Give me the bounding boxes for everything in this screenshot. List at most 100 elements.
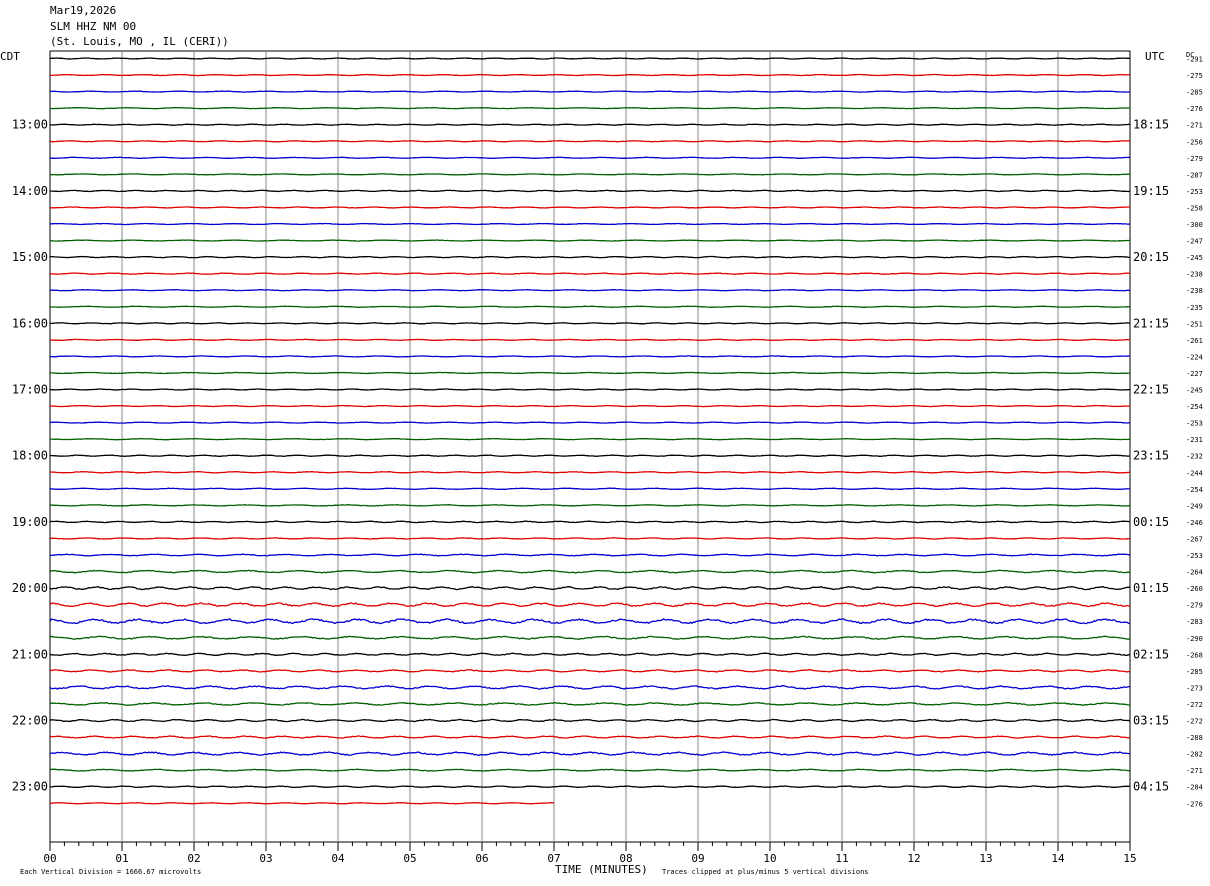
dc-offset-label: -254 — [1186, 486, 1203, 494]
seismic-trace — [50, 802, 555, 805]
dc-offset-label: -279 — [1186, 155, 1203, 163]
seismic-trace — [49, 222, 1131, 226]
dc-offset-label: -285 — [1186, 668, 1203, 676]
seismic-trace — [49, 305, 1131, 308]
x-tick-label: 01 — [115, 852, 128, 865]
dc-offset-label: -253 — [1186, 188, 1203, 196]
cdt-hour-label: 20:00 — [12, 581, 48, 595]
x-tick-label: 08 — [619, 852, 632, 865]
dc-offset-label: -260 — [1186, 585, 1203, 593]
dc-offset-label: -245 — [1186, 387, 1203, 395]
cdt-hour-label: 15:00 — [12, 250, 48, 264]
utc-hour-label: 02:15 — [1133, 647, 1169, 661]
seismic-trace — [49, 751, 1131, 756]
dc-offset-label: -272 — [1186, 701, 1203, 709]
utc-hour-label: 00:15 — [1133, 515, 1169, 529]
cdt-hour-label: 23:00 — [12, 780, 48, 794]
dc-offset-label: -256 — [1186, 138, 1203, 146]
utc-hour-label: 20:15 — [1133, 250, 1169, 264]
dc-offset-label: -253 — [1186, 420, 1203, 428]
dc-offset-label: -287 — [1186, 171, 1203, 179]
cdt-hour-label: 13:00 — [12, 118, 48, 132]
right-timezone-label: UTC — [1145, 50, 1165, 63]
seismic-trace — [49, 173, 1130, 176]
seismic-trace — [49, 90, 1131, 93]
dc-offset-label: -290 — [1186, 635, 1203, 643]
seismic-trace — [49, 437, 1131, 441]
dc-offset-label: -279 — [1186, 602, 1203, 610]
cdt-hour-label: 14:00 — [12, 184, 48, 198]
dc-offset-label: -284 — [1186, 784, 1203, 792]
dc-offset-label: -264 — [1186, 569, 1203, 577]
seismic-trace — [49, 768, 1131, 772]
dc-offset-label: -271 — [1186, 122, 1203, 130]
utc-hour-label: 21:15 — [1133, 316, 1169, 330]
x-tick-label: 06 — [475, 852, 488, 865]
utc-hour-label: 04:15 — [1133, 780, 1169, 794]
cdt-hour-label: 19:00 — [12, 515, 48, 529]
seismic-trace — [50, 404, 1131, 408]
seismic-trace — [49, 123, 1130, 126]
dc-offset-label: -247 — [1186, 238, 1203, 246]
dc-offset-label: -283 — [1186, 618, 1203, 626]
x-tick-label: 15 — [1123, 852, 1136, 865]
seismic-trace — [49, 421, 1131, 424]
seismic-trace — [49, 735, 1131, 739]
seismic-trace — [49, 553, 1131, 557]
dc-offset-label: -253 — [1186, 552, 1203, 560]
utc-hour-label: 23:15 — [1133, 449, 1169, 463]
dc-offset-label: -291 — [1186, 56, 1203, 64]
cdt-hour-label: 16:00 — [12, 316, 48, 330]
dc-offset-label: -232 — [1186, 453, 1203, 461]
x-tick-label: 14 — [1051, 852, 1065, 865]
seismic-trace — [49, 322, 1131, 325]
seismic-trace — [49, 470, 1131, 474]
x-tick-label: 00 — [43, 852, 56, 865]
x-tick-label: 07 — [547, 852, 560, 865]
seismic-trace — [49, 239, 1131, 242]
cdt-hour-label: 21:00 — [12, 647, 48, 661]
seismic-trace — [50, 288, 1131, 292]
seismic-trace — [49, 718, 1131, 723]
dc-offset-label: -246 — [1186, 519, 1203, 527]
seismic-trace — [49, 454, 1130, 457]
seismic-trace — [49, 106, 1131, 110]
utc-hour-label: 22:15 — [1133, 383, 1169, 397]
seismic-trace — [49, 701, 1131, 706]
dc-offset-label: -276 — [1186, 800, 1203, 808]
scale-note: Each Vertical Division = 1666.67 microvo… — [20, 868, 201, 876]
dc-offset-label: -235 — [1186, 304, 1203, 312]
seismic-trace — [49, 255, 1130, 259]
seismic-trace — [49, 156, 1131, 159]
x-tick-label: 13 — [979, 852, 992, 865]
x-tick-label: 03 — [259, 852, 272, 865]
seismic-trace — [49, 618, 1131, 625]
dc-offset-label: -285 — [1186, 89, 1203, 97]
x-tick-label: 12 — [907, 852, 920, 865]
seismic-trace — [49, 338, 1131, 342]
dc-offset-label: -254 — [1186, 403, 1203, 411]
x-tick-label: 11 — [835, 852, 848, 865]
seismic-trace — [49, 272, 1131, 275]
seismic-trace — [49, 206, 1130, 209]
dc-offset-label: -273 — [1186, 684, 1203, 692]
helicorder-plot: CDT UTC DC TIME (MINUTES) Each Vertical … — [0, 50, 1203, 876]
x-tick-label: 09 — [691, 852, 704, 865]
dc-offset-label: -267 — [1186, 535, 1203, 543]
cdt-hour-label: 17:00 — [12, 383, 48, 397]
seismic-trace — [49, 189, 1131, 193]
seismic-trace — [49, 504, 1131, 507]
dc-offset-label: -258 — [1186, 204, 1203, 212]
dc-offset-label: -224 — [1186, 353, 1203, 361]
left-timezone-label: CDT — [0, 50, 20, 63]
dc-offset-label: -272 — [1186, 718, 1203, 726]
seismic-trace — [49, 685, 1131, 690]
utc-hour-label: 18:15 — [1133, 118, 1169, 132]
dc-offset-label: -245 — [1186, 254, 1203, 262]
utc-hour-label: 01:15 — [1133, 581, 1169, 595]
x-axis-title: TIME (MINUTES) — [555, 863, 648, 876]
dc-offset-label: -249 — [1186, 502, 1203, 510]
utc-hour-label: 03:15 — [1133, 714, 1169, 728]
dc-offset-label: -288 — [1186, 734, 1203, 742]
seismic-trace — [50, 371, 1130, 375]
